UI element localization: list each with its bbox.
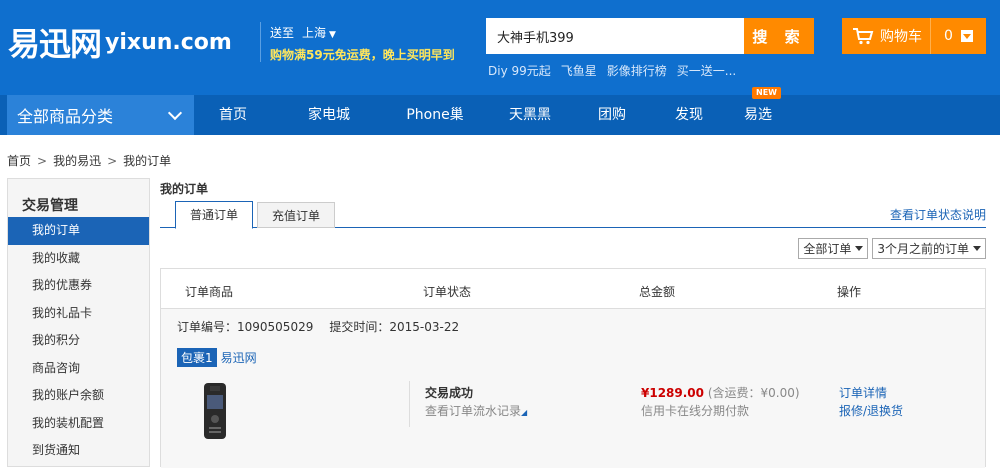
hot-word-link[interactable]: Diy 99元起 bbox=[488, 62, 551, 79]
nav-item-yixuan-label: 易选 bbox=[744, 107, 772, 123]
order-type-value: 全部订单 bbox=[803, 242, 852, 256]
sidebar-list: 我的订单 我的收藏 我的优惠券 我的礼品卡 我的积分 商品咨询 我的账户余额 我… bbox=[8, 217, 149, 465]
search-box bbox=[486, 18, 744, 54]
delivery-location[interactable]: 送至 上海 ▼ bbox=[270, 24, 336, 41]
repair-return-link[interactable]: 报修/退换货 bbox=[839, 402, 903, 419]
breadcrumb-current: 我的订单 bbox=[123, 154, 172, 168]
order-filters: 全部订单 3个月之前的订单 bbox=[798, 238, 986, 259]
order-type-select[interactable]: 全部订单 bbox=[798, 238, 869, 259]
all-categories-button[interactable]: 全部商品分类 bbox=[7, 95, 194, 135]
cart-count: 0 bbox=[944, 28, 953, 44]
column-divider bbox=[409, 381, 410, 427]
sidebar-item-consult[interactable]: 商品咨询 bbox=[8, 355, 149, 383]
package-info: 包裹1 易迅网 bbox=[177, 348, 257, 367]
chevron-down-icon bbox=[855, 246, 864, 251]
seller-link[interactable]: 易迅网 bbox=[221, 349, 257, 366]
sidebar-item-favorites[interactable]: 我的收藏 bbox=[8, 245, 149, 273]
tab-normal-orders[interactable]: 普通订单 bbox=[175, 201, 254, 229]
triangle-icon: ◢ bbox=[521, 408, 528, 417]
nav-item-yixuan[interactable]: 易选 NEW bbox=[730, 87, 786, 135]
hot-word-link[interactable]: 买一送一... bbox=[677, 62, 736, 79]
chevron-down-icon bbox=[973, 246, 981, 251]
site-header: 易迅网 yixun.com 送至上海▼ 购物满59元免运费，晚上买明早到 搜 索… bbox=[0, 0, 1000, 95]
chevron-down-icon: ▼ bbox=[329, 30, 336, 40]
order-time: 提交时间：2015-03-22 bbox=[329, 320, 460, 334]
cart-icon bbox=[853, 28, 874, 45]
page-title: 我的订单 bbox=[160, 182, 209, 196]
sidebar-item-gift-cards[interactable]: 我的礼品卡 bbox=[8, 300, 149, 328]
order-table: 订单商品 订单状态 总金额 操作 订单编号：1090505029 提交时间：201… bbox=[160, 268, 986, 468]
order-detail-link[interactable]: 订单详情 bbox=[839, 384, 887, 401]
shipping-promo: 购物满59元免运费，晚上买明早到 bbox=[270, 48, 455, 62]
nav-item-groupbuy[interactable]: 团购 bbox=[576, 95, 648, 135]
all-categories-label: 全部商品分类 bbox=[17, 107, 114, 126]
order-log-link[interactable]: 查看订单流水记录◢ bbox=[425, 402, 527, 419]
dropdown-icon bbox=[960, 30, 973, 42]
order-status-help-link[interactable]: 查看订单状态说明 bbox=[890, 206, 986, 223]
sidebar-item-coupons[interactable]: 我的优惠券 bbox=[8, 272, 149, 300]
payment-method: 信用卡在线分期付款 bbox=[641, 404, 750, 418]
sidebar-item-balance[interactable]: 我的账户余额 bbox=[8, 382, 149, 410]
hot-word-link[interactable]: 影像排行榜 bbox=[607, 62, 667, 79]
account-sidebar: 交易管理 我的订单 我的收藏 我的优惠券 我的礼品卡 我的积分 商品咨询 我的账… bbox=[7, 178, 150, 467]
search-button[interactable]: 搜 索 bbox=[744, 18, 814, 54]
package-badge: 包裹1 bbox=[177, 348, 217, 367]
table-header: 订单商品 订单状态 总金额 操作 bbox=[161, 269, 985, 309]
deliver-label: 送至 bbox=[270, 26, 295, 40]
hot-word-link[interactable]: 飞鱼星 bbox=[561, 62, 597, 79]
site-logo[interactable]: 易迅网 yixun.com bbox=[8, 22, 232, 63]
column-header-amount: 总金额 bbox=[639, 285, 676, 299]
nav-item-discover[interactable]: 发现 bbox=[648, 95, 730, 135]
breadcrumb-separator: > bbox=[107, 154, 118, 168]
hot-search-words: Diy 99元起 飞鱼星 影像排行榜 买一送一... bbox=[488, 62, 736, 79]
breadcrumb: 首页 > 我的易迅 > 我的订单 bbox=[7, 152, 171, 169]
breadcrumb-separator: > bbox=[37, 154, 48, 168]
order-number: 订单编号：1090505029 bbox=[177, 320, 314, 334]
main-nav: 全部商品分类 首页 家电城 Phone巢 天黑黑 团购 发现 易选 NEW bbox=[0, 87, 1000, 135]
chevron-down-icon bbox=[167, 105, 183, 121]
nav-items: 首页 家电城 Phone巢 天黑黑 团购 发现 易选 NEW bbox=[194, 87, 786, 135]
logo-text-en: yixun.com bbox=[105, 29, 232, 55]
new-badge: NEW bbox=[752, 87, 781, 99]
sidebar-title: 交易管理 bbox=[22, 198, 78, 214]
shipping-fee: (含运费：¥0.00) bbox=[707, 386, 800, 400]
order-time-value: 3个月之前的订单 bbox=[877, 242, 969, 256]
order-time-select[interactable]: 3个月之前的订单 bbox=[872, 238, 986, 259]
order-log-label: 查看订单流水记录 bbox=[425, 404, 522, 418]
cart-button[interactable]: 购物车 0 bbox=[842, 18, 986, 54]
product-thumbnail[interactable] bbox=[201, 381, 229, 441]
sidebar-item-my-orders[interactable]: 我的订单 bbox=[8, 217, 149, 245]
tab-recharge-orders[interactable]: 充值订单 bbox=[257, 202, 336, 228]
cart-label: 购物车 bbox=[880, 29, 922, 45]
order-row: 订单编号：1090505029 提交时间：2015-03-22 包裹1 易迅网 交… bbox=[161, 309, 985, 468]
nav-item-appliances[interactable]: 家电城 bbox=[272, 95, 386, 135]
sidebar-item-pc-config[interactable]: 我的装机配置 bbox=[8, 410, 149, 438]
column-header-actions: 操作 bbox=[837, 285, 862, 299]
cart-count-area[interactable]: 0 bbox=[930, 18, 986, 54]
order-amount: ¥1289.00 (含运费：¥0.00) bbox=[641, 384, 800, 401]
delivery-city[interactable]: 上海 bbox=[302, 26, 326, 40]
nav-item-phone[interactable]: Phone巢 bbox=[386, 95, 484, 135]
column-header-status: 订单状态 bbox=[423, 285, 472, 299]
breadcrumb-my-yixun[interactable]: 我的易迅 bbox=[53, 154, 101, 168]
order-price: ¥1289.00 bbox=[641, 386, 705, 400]
header-divider bbox=[260, 22, 261, 62]
column-header-product: 订单商品 bbox=[185, 285, 234, 299]
nav-item-home[interactable]: 首页 bbox=[194, 95, 272, 135]
order-status: 交易成功 bbox=[425, 386, 474, 400]
search-input[interactable] bbox=[487, 19, 743, 53]
logo-text-cn: 易迅网 bbox=[8, 25, 102, 63]
order-meta: 订单编号：1090505029 提交时间：2015-03-22 bbox=[177, 318, 459, 335]
breadcrumb-home[interactable]: 首页 bbox=[7, 154, 31, 168]
nav-item-tianheihei[interactable]: 天黑黑 bbox=[484, 95, 576, 135]
sidebar-item-arrival-notice[interactable]: 到货通知 bbox=[8, 437, 149, 465]
sidebar-item-points[interactable]: 我的积分 bbox=[8, 327, 149, 355]
